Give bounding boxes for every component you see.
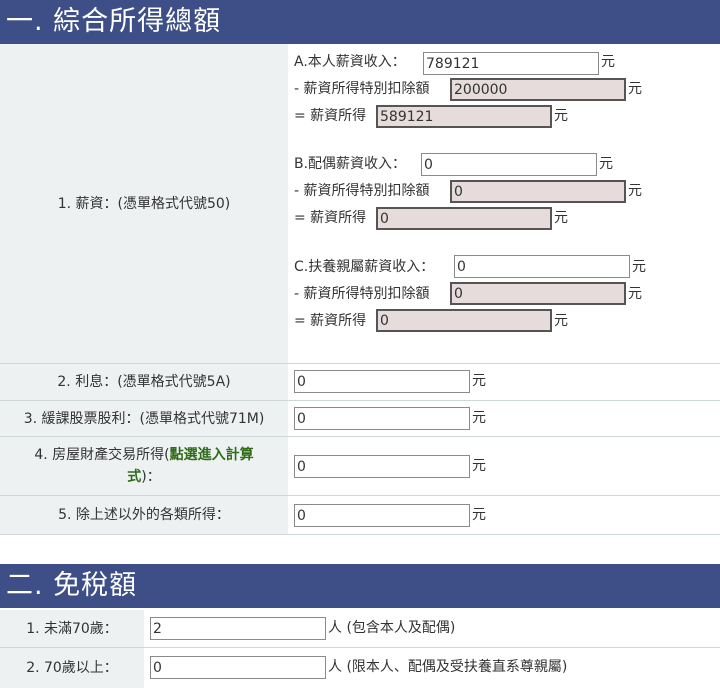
other-income-input[interactable] [294,504,470,527]
unit-label: 元 [601,54,615,70]
unit-label: 元 [628,81,642,97]
property-transaction-row: 4. 房屋財產交易所得(點選進入計算式)： 元 [0,437,720,496]
unit-label: 元 [472,458,486,474]
gross-income-table: 1. 薪資：(憑單格式代號50) A.本人薪資收入： 元 - 薪資所得特別扣除額… [0,44,720,535]
property-transaction-label: 4. 房屋財產交易所得(點選進入計算式)： [0,437,288,495]
salary-label: 1. 薪資：(憑單格式代號50) [0,44,288,363]
self-deduction-label: - 薪資所得特別扣除額 [294,81,430,97]
self-net-salary-field [376,105,552,128]
over-70-value-cell: 人 (限本人、配偶及受扶養直系尊親屬) [144,648,720,688]
exemption-table: 1. 未滿70歲： 人 (包含本人及配偶) 2. 70歲以上： 人 (限本人、配… [0,610,720,688]
section-title-gross-income: 一. 綜合所得總額 [0,0,720,44]
dependent-net-salary-field [376,309,552,332]
interest-row: 2. 利息：(憑單格式代號5A) 元 [0,364,720,401]
stock-dividend-label: 3. 緩課股票股利：(憑單格式代號71M) [0,401,288,436]
dependent-deduction-field [450,282,626,305]
self-deduction-field [450,78,626,101]
under-70-value-cell: 人 (包含本人及配偶) [144,610,720,647]
dependent-salary-label: C.扶養親屬薪資收入： [294,259,435,275]
salary-values: A.本人薪資收入： 元 - 薪資所得特別扣除額 元 = 薪資所得 元 B.配偶薪… [288,44,720,363]
unit-label: 元 [554,210,568,226]
dependent-deduction-label: - 薪資所得特別扣除額 [294,286,430,302]
under-70-row: 1. 未滿70歲： 人 (包含本人及配偶) [0,610,720,648]
interest-value-cell: 元 [288,364,720,400]
spouse-salary-input[interactable] [421,153,597,176]
unit-label: 元 [472,373,486,389]
self-salary-label: A.本人薪資收入： [294,54,406,70]
section-title-exemption: 二. 免稅額 [0,564,720,608]
property-value-cell: 元 [288,437,720,495]
property-label-suffix: )： [141,469,161,485]
unit-label: 元 [632,259,646,275]
stock-dividend-row: 3. 緩課股票股利：(憑單格式代號71M) 元 [0,401,720,437]
spouse-deduction-field [450,180,626,203]
spouse-deduction-label: - 薪資所得特別扣除額 [294,183,430,199]
other-income-row: 5. 除上述以外的各類所得： 元 [0,496,720,535]
other-income-value-cell: 元 [288,496,720,534]
over-70-row: 2. 70歲以上： 人 (限本人、配偶及受扶養直系尊親屬) [0,648,720,688]
spouse-net-salary-label: = 薪資所得 [294,210,367,226]
unit-label: 元 [554,313,568,329]
dependent-salary-input[interactable] [454,255,630,278]
unit-label: 元 [628,286,642,302]
spouse-salary-label: B.配偶薪資收入： [294,156,407,172]
salary-row: 1. 薪資：(憑單格式代號50) A.本人薪資收入： 元 - 薪資所得特別扣除額… [0,44,720,364]
unit-label: 元 [599,156,613,172]
unit-label: 元 [628,183,642,199]
self-net-salary-label: = 薪資所得 [294,108,367,124]
unit-label: 元 [472,410,486,426]
over-70-unit: 人 (限本人、配偶及受扶養直系尊親屬) [328,659,568,675]
interest-input[interactable] [294,370,470,393]
stock-dividend-input[interactable] [294,407,470,430]
dependent-net-salary-label: = 薪資所得 [294,313,367,329]
unit-label: 元 [554,108,568,124]
other-income-label: 5. 除上述以外的各類所得： [0,496,288,534]
under-70-unit: 人 (包含本人及配偶) [328,620,456,636]
under-70-label: 1. 未滿70歲： [0,610,144,647]
property-transaction-input[interactable] [294,455,470,478]
over-70-count-input[interactable] [150,656,326,679]
self-salary-input[interactable] [423,52,599,75]
interest-label: 2. 利息：(憑單格式代號5A) [0,364,288,400]
stock-dividend-value-cell: 元 [288,401,720,436]
spouse-net-salary-field [376,207,552,230]
property-label-prefix: 4. 房屋財產交易所得( [34,447,170,463]
over-70-label: 2. 70歲以上： [0,648,144,688]
unit-label: 元 [472,507,486,523]
under-70-count-input[interactable] [150,617,326,640]
